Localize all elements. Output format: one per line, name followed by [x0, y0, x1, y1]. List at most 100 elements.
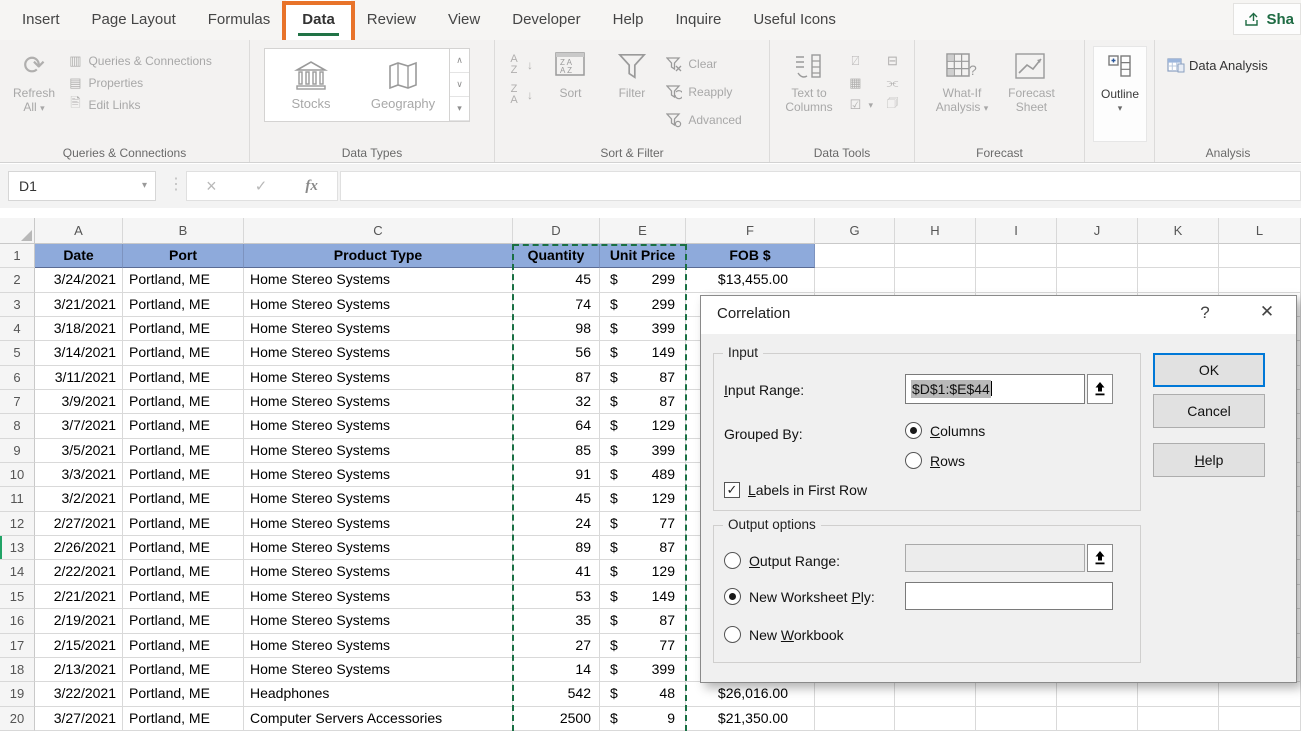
grouped-by-rows-radio[interactable]: Rows [905, 452, 965, 469]
cell-c20[interactable]: Computer Servers Accessories [244, 707, 513, 731]
cell-b10[interactable]: Portland, ME [123, 463, 244, 487]
cell-c14[interactable]: Home Stereo Systems [244, 560, 513, 584]
row-header-5[interactable]: 5 [0, 341, 35, 365]
cell-d5[interactable]: 56 [513, 341, 600, 365]
cell-d8[interactable]: 64 [513, 414, 600, 438]
cell-i19[interactable] [976, 682, 1057, 706]
cell-h20[interactable] [895, 707, 976, 731]
cell-a19[interactable]: 3/22/2021 [35, 682, 123, 706]
cell-e2[interactable]: $299 [600, 268, 686, 292]
cell-e11[interactable]: $129 [600, 487, 686, 511]
cell-a8[interactable]: 3/7/2021 [35, 414, 123, 438]
cell-a16[interactable]: 2/19/2021 [35, 609, 123, 633]
dialog-help-icon[interactable]: ? [1192, 303, 1218, 323]
cell-e12[interactable]: $77 [600, 512, 686, 536]
consolidate-button[interactable]: ⊟ [883, 50, 905, 72]
flash-fill-button[interactable]: ⍁ [846, 50, 873, 72]
tab-formulas[interactable]: Formulas [192, 0, 287, 40]
cell-e19[interactable]: $48 [600, 682, 686, 706]
cell-c10[interactable]: Home Stereo Systems [244, 463, 513, 487]
cell-h19[interactable] [895, 682, 976, 706]
manage-data-model-button[interactable]: 🗇 [883, 94, 905, 116]
cell-b17[interactable]: Portland, ME [123, 634, 244, 658]
cell-c5[interactable]: Home Stereo Systems [244, 341, 513, 365]
clear-filter-button[interactable]: Clear [666, 50, 741, 78]
properties-button[interactable]: ▤ Properties [66, 72, 211, 94]
stocks-button[interactable]: Stocks [265, 49, 357, 121]
column-header-l[interactable]: L [1219, 218, 1301, 244]
cell-a4[interactable]: 3/18/2021 [35, 317, 123, 341]
text-to-columns-button[interactable]: Text to Columns [778, 46, 840, 142]
cell-b12[interactable]: Portland, ME [123, 512, 244, 536]
labels-first-row-checkbox[interactable]: ✓ Labels in First Row [724, 482, 867, 498]
formula-input[interactable] [340, 171, 1301, 201]
cell-j1[interactable] [1057, 244, 1138, 268]
cell-c11[interactable]: Home Stereo Systems [244, 487, 513, 511]
cell-l2[interactable] [1219, 268, 1301, 292]
cell-b19[interactable]: Portland, ME [123, 682, 244, 706]
cell-c13[interactable]: Home Stereo Systems [244, 536, 513, 560]
gallery-down-icon[interactable]: ∨ [450, 73, 469, 97]
cell-l1[interactable] [1219, 244, 1301, 268]
new-worksheet-ply-field[interactable] [905, 582, 1113, 610]
enter-entry-icon[interactable]: ✓ [255, 177, 268, 195]
cell-e5[interactable]: $149 [600, 341, 686, 365]
cell-a15[interactable]: 2/21/2021 [35, 585, 123, 609]
cancel-button[interactable]: Cancel [1153, 394, 1265, 428]
cell-g2[interactable] [815, 268, 895, 292]
cell-h1[interactable] [895, 244, 976, 268]
sort-button[interactable]: Z A A Z Sort [545, 46, 595, 142]
sort-ascending-button[interactable]: AZ↓ [505, 50, 541, 80]
cell-g19[interactable] [815, 682, 895, 706]
cell-d18[interactable]: 14 [513, 658, 600, 682]
cell-c18[interactable]: Home Stereo Systems [244, 658, 513, 682]
column-header-a[interactable]: A [35, 218, 123, 244]
what-if-analysis-button[interactable]: ? What-If Analysis ▾ [929, 46, 995, 142]
cell-d15[interactable]: 53 [513, 585, 600, 609]
cell-b11[interactable]: Portland, ME [123, 487, 244, 511]
cell-f19[interactable]: $26,016.00 [686, 682, 815, 706]
cell-b1[interactable]: Port [123, 244, 244, 268]
cell-e17[interactable]: $77 [600, 634, 686, 658]
cell-a7[interactable]: 3/9/2021 [35, 390, 123, 414]
cell-e20[interactable]: $9 [600, 707, 686, 731]
cell-b6[interactable]: Portland, ME [123, 366, 244, 390]
row-header-4[interactable]: 4 [0, 317, 35, 341]
column-header-c[interactable]: C [244, 218, 513, 244]
cell-k2[interactable] [1138, 268, 1219, 292]
column-header-h[interactable]: H [895, 218, 976, 244]
cell-e4[interactable]: $399 [600, 317, 686, 341]
cell-e3[interactable]: $299 [600, 293, 686, 317]
row-header-9[interactable]: 9 [0, 439, 35, 463]
cell-e15[interactable]: $149 [600, 585, 686, 609]
cell-d3[interactable]: 74 [513, 293, 600, 317]
cell-e1[interactable]: Unit Price [600, 244, 686, 268]
cell-e9[interactable]: $399 [600, 439, 686, 463]
edit-links-button[interactable]: 🖹 Edit Links [66, 94, 211, 116]
dialog-close-icon[interactable]: ✕ [1252, 302, 1282, 322]
row-header-15[interactable]: 15 [0, 585, 35, 609]
cell-a18[interactable]: 2/13/2021 [35, 658, 123, 682]
cell-f1[interactable]: FOB $ [686, 244, 815, 268]
new-workbook-radio[interactable]: New Workbook [724, 626, 844, 643]
cell-a9[interactable]: 3/5/2021 [35, 439, 123, 463]
row-header-3[interactable]: 3 [0, 293, 35, 317]
share-button[interactable]: Sha [1233, 3, 1301, 35]
cell-a11[interactable]: 3/2/2021 [35, 487, 123, 511]
cell-k1[interactable] [1138, 244, 1219, 268]
cell-b14[interactable]: Portland, ME [123, 560, 244, 584]
row-header-20[interactable]: 20 [0, 707, 35, 731]
cell-g1[interactable] [815, 244, 895, 268]
cell-b18[interactable]: Portland, ME [123, 658, 244, 682]
cell-c7[interactable]: Home Stereo Systems [244, 390, 513, 414]
cell-i1[interactable] [976, 244, 1057, 268]
tab-insert[interactable]: Insert [6, 0, 76, 40]
cell-c17[interactable]: Home Stereo Systems [244, 634, 513, 658]
column-header-g[interactable]: G [815, 218, 895, 244]
cell-b7[interactable]: Portland, ME [123, 390, 244, 414]
outline-button[interactable]: Outline ▾ [1093, 46, 1147, 142]
column-header-b[interactable]: B [123, 218, 244, 244]
name-box-dropdown-icon[interactable]: ▾ [142, 172, 147, 200]
tab-data[interactable]: Data [286, 0, 351, 40]
grouped-by-columns-radio[interactable]: Columns [905, 422, 985, 439]
